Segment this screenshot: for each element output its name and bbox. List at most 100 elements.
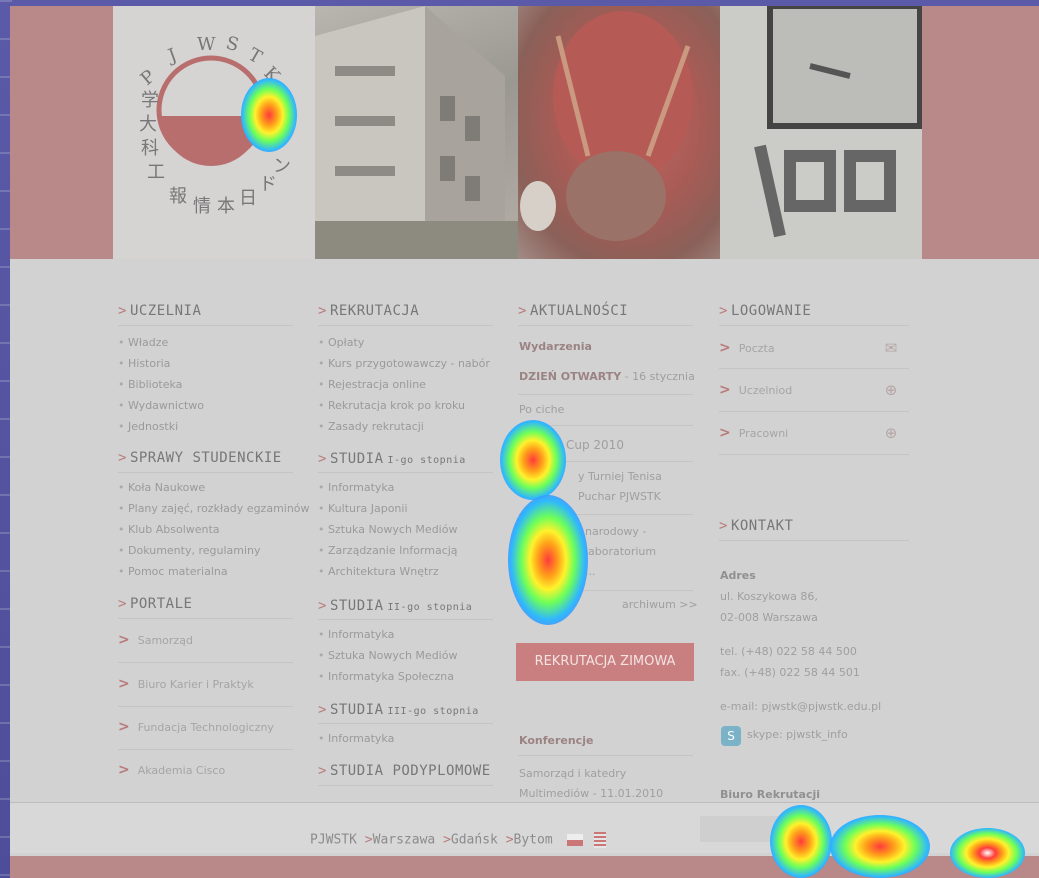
- sprawy-list: Koła Naukowe Plany zajęć, rozkłady egzam…: [118, 477, 310, 582]
- divider: [118, 662, 293, 663]
- rekrutacja-heading[interactable]: > REKRUTACJA: [318, 303, 419, 319]
- rekrutacja-list: Opłaty Kurs przygotowawczy - nabór Rejes…: [318, 332, 490, 437]
- archive-link[interactable]: archiwum >>: [622, 598, 698, 611]
- divider: [318, 785, 493, 786]
- search-input[interactable]: [700, 816, 810, 842]
- footer-link-warszawa[interactable]: Warszawa: [373, 833, 436, 848]
- list-item[interactable]: Jednostki: [118, 416, 204, 437]
- city-text: 02-008 Warszawa: [720, 611, 818, 624]
- list-item[interactable]: Biblioteka: [118, 374, 204, 395]
- studia2-heading[interactable]: > STUDIA II-go stopnia: [318, 598, 472, 614]
- portal-link[interactable]: > Akademia Cisco: [118, 762, 225, 778]
- list-item[interactable]: Historia: [118, 353, 204, 374]
- polish-flag-icon[interactable]: [566, 834, 583, 846]
- svg-text:日: 日: [239, 188, 257, 209]
- list-item[interactable]: Architektura Wnętrz: [318, 561, 458, 582]
- sprawy-heading[interactable]: > SPRAWY STUDENCKIE: [118, 450, 282, 466]
- aktualnosci-heading[interactable]: > AKTUALNOŚCI: [518, 303, 628, 319]
- svg-text:科: 科: [141, 138, 159, 159]
- studia1-list: Informatyka Kultura Japonii Sztuka Nowyc…: [318, 477, 458, 582]
- list-item[interactable]: Informatyka: [318, 728, 394, 749]
- news-item[interactable]: DZIEŃ OTWARTY - 16 stycznia: [519, 370, 695, 383]
- kontakt-heading[interactable]: > KONTAKT: [719, 518, 793, 534]
- divider: [518, 425, 693, 426]
- divider: [118, 618, 293, 619]
- divider: [719, 454, 909, 455]
- skype-link[interactable]: skype: pjwstk_info: [747, 728, 848, 741]
- login-pracownia[interactable]: > Pracowni: [719, 425, 788, 441]
- fax-text: fax. (+48) 022 58 44 501: [720, 666, 860, 679]
- list-item[interactable]: Informatyka: [318, 624, 457, 645]
- list-item[interactable]: Kurs przygotowawczy - nabór: [318, 353, 490, 374]
- portal-link[interactable]: > Biuro Karier i Praktyk: [118, 676, 254, 692]
- divider: [118, 325, 293, 326]
- studia1-heading[interactable]: > STUDIA I-go stopnia: [318, 451, 466, 467]
- japanese-text-icon[interactable]: [594, 832, 607, 848]
- logowanie-heading[interactable]: > LOGOWANIE: [719, 303, 811, 319]
- divider: [518, 590, 693, 591]
- footer-link-bytom[interactable]: Bytom: [514, 833, 553, 848]
- list-item[interactable]: Zarządzanie Informacją: [318, 540, 458, 561]
- list-item[interactable]: Zasady rekrutacji: [318, 416, 490, 437]
- skype-icon[interactable]: S: [721, 726, 741, 746]
- list-item[interactable]: Władze: [118, 332, 204, 353]
- list-item[interactable]: Opłaty: [318, 332, 490, 353]
- list-item[interactable]: Pomoc materialna: [118, 561, 310, 582]
- logo-graphic: P J W S T K 学 大 科 工 報 情 本 日 ド ン: [137, 33, 291, 217]
- news-item[interactable]: narodowy -: [585, 525, 646, 538]
- divider: [518, 461, 693, 462]
- svg-text:情: 情: [193, 196, 211, 217]
- samurai-photo: [518, 6, 720, 259]
- divider: [719, 411, 909, 412]
- divider: [318, 619, 493, 620]
- divider: [518, 755, 693, 756]
- divider: [518, 394, 693, 395]
- login-poczta[interactable]: > Poczta: [719, 340, 775, 356]
- biuro-label: Biuro Rekrutacji: [720, 788, 821, 801]
- footer-links: PJWSTK >Warszawa >Gdańsk >Bytom: [310, 832, 607, 848]
- conference-item[interactable]: Samorząd i katedry: [519, 767, 626, 780]
- list-item[interactable]: Rejestracja online: [318, 374, 490, 395]
- header-banner: P J W S T K 学 大 科 工 報 情 本 日 ド ン: [10, 6, 1039, 259]
- list-item[interactable]: Dokumenty, regulaminy: [118, 540, 310, 561]
- list-item[interactable]: Informatyka: [318, 477, 458, 498]
- uczelnia-list: Władze Historia Biblioteka Wydawnictwo J…: [118, 332, 204, 437]
- divider: [719, 325, 909, 326]
- news-item[interactable]: Puchar PJWSTK: [578, 490, 661, 503]
- portal-link[interactable]: > Samorząd: [118, 632, 193, 648]
- portal-link[interactable]: > Fundacja Technologiczny: [118, 719, 274, 735]
- konferencje-label: Konferencje: [519, 734, 594, 747]
- svg-text:ド: ド: [259, 174, 277, 195]
- recruitment-button[interactable]: REKRUTACJA ZIMOWA: [516, 643, 694, 681]
- mail-icon: ✉: [884, 339, 898, 357]
- news-item[interactable]: laboratorium: [585, 545, 656, 558]
- list-item[interactable]: Rekrutacja krok po kroku: [318, 395, 490, 416]
- svg-text:S: S: [224, 33, 241, 56]
- uczelnia-heading[interactable]: > UCZELNIA: [118, 303, 201, 319]
- podyplomowe-heading[interactable]: > STUDIA PODYPLOMOWE: [318, 763, 491, 779]
- studia3-heading[interactable]: > STUDIA III-go stopnia: [318, 702, 479, 718]
- email-link[interactable]: e-mail: pjwstk@pjwstk.edu.pl: [720, 700, 881, 713]
- login-uczelnia[interactable]: > Uczelniod: [719, 382, 792, 398]
- divider: [118, 472, 293, 473]
- list-item[interactable]: Kultura Japonii: [318, 498, 458, 519]
- footer-home-link[interactable]: PJWSTK: [310, 833, 357, 848]
- logo-letter-p: P: [137, 66, 160, 90]
- news-item[interactable]: y Turniej Tenisa: [578, 470, 662, 483]
- divider: [318, 472, 493, 473]
- list-item[interactable]: Informatyka Społeczna: [318, 666, 457, 687]
- conference-item[interactable]: Multimediów - 11.01.2010: [519, 787, 663, 800]
- list-item[interactable]: Sztuka Nowych Mediów: [318, 519, 458, 540]
- list-item[interactable]: Koła Naukowe: [118, 477, 310, 498]
- list-item[interactable]: Plany zajęć, rozkłady egzaminów: [118, 498, 310, 519]
- divider: [719, 540, 909, 541]
- news-item[interactable]: Po ciche: [519, 403, 564, 416]
- list-item[interactable]: Sztuka Nowych Mediów: [318, 645, 457, 666]
- news-item[interactable]: Cup 2010: [566, 438, 624, 452]
- portale-heading[interactable]: > PORTALE: [118, 596, 192, 612]
- list-item[interactable]: Wydawnictwo: [118, 395, 204, 416]
- list-item[interactable]: Klub Absolwenta: [118, 519, 310, 540]
- footer-link-gdansk[interactable]: Gdańsk: [451, 833, 498, 848]
- university-logo[interactable]: P J W S T K 学 大 科 工 報 情 本 日 ド ン: [113, 6, 315, 259]
- news-item[interactable]: ...: [585, 565, 596, 578]
